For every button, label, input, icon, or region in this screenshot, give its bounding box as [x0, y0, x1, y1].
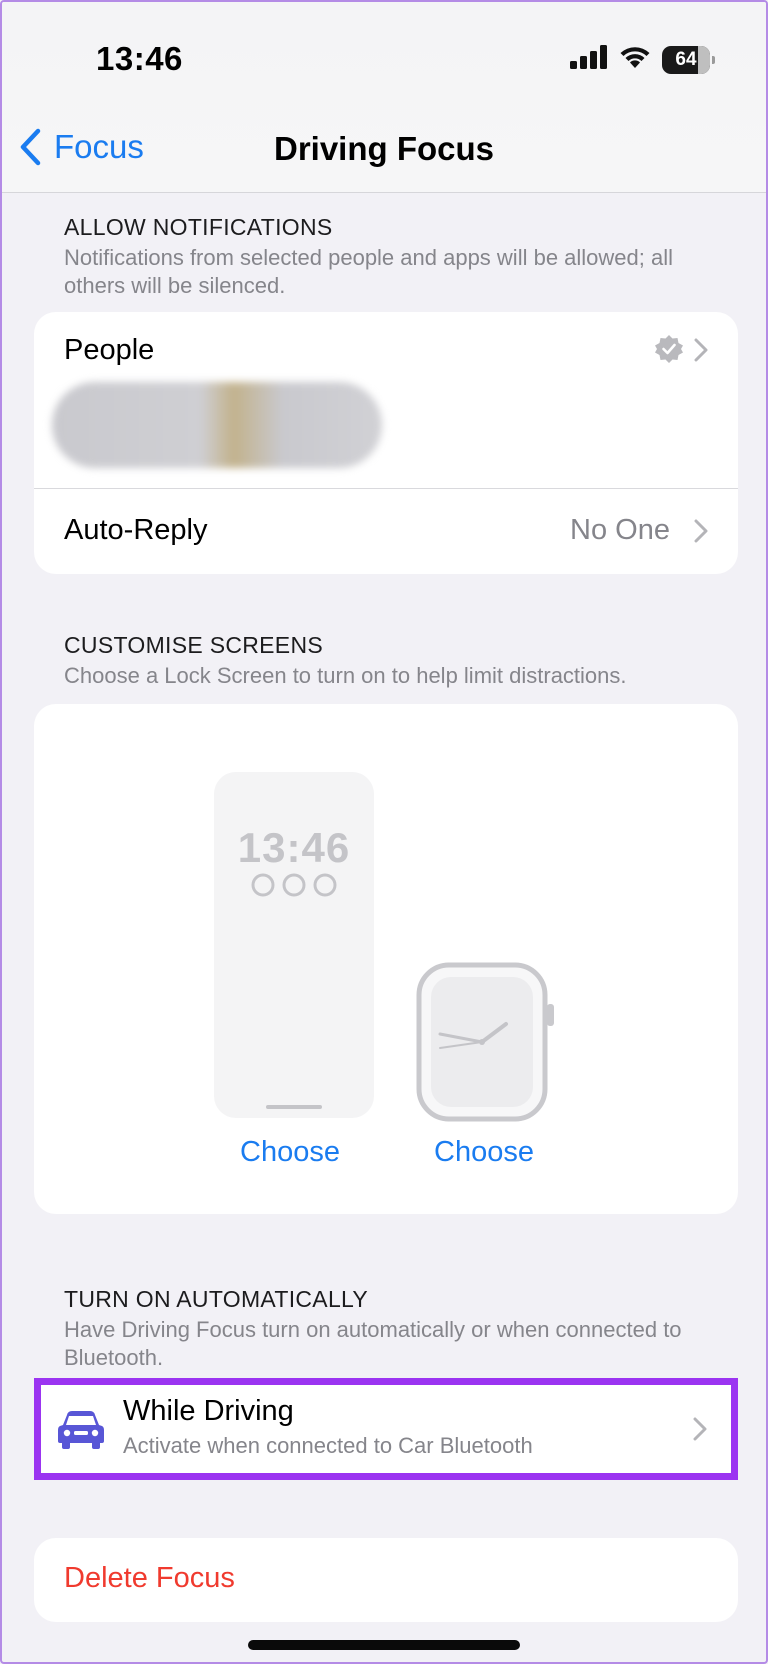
allow-notifications-description: Notifications from selected people and a…	[64, 245, 674, 298]
signal-icon	[570, 45, 608, 74]
lock-screen-time: 13:46	[237, 824, 351, 871]
delete-focus-button[interactable]: Delete Focus	[64, 1562, 235, 1595]
home-bar	[266, 1105, 322, 1109]
while-driving-row[interactable]: While Driving Activate when connected to…	[34, 1378, 738, 1480]
while-driving-title: While Driving	[123, 1395, 294, 1427]
customise-screens-description: Choose a Lock Screen to turn on to help …	[64, 663, 627, 688]
notifications-card: People Auto-Reply No One	[34, 312, 738, 574]
people-label: People	[64, 334, 155, 366]
auto-reply-row[interactable]: Auto-Reply No One	[34, 489, 738, 574]
battery-icon: 64	[662, 45, 715, 74]
battery-level: 64	[675, 48, 697, 70]
auto-reply-label: Auto-Reply	[64, 514, 208, 546]
chevron-right-icon	[694, 338, 708, 367]
watch-icon	[416, 962, 554, 1122]
customise-screens-card: 13:46 Choose Choose	[34, 704, 738, 1214]
screen: 13:46 64 Focus Driving Focus ALLOW NOTIF…	[0, 0, 768, 1664]
lock-screen-preview[interactable]: 13:46	[214, 772, 374, 1118]
home-indicator	[248, 1640, 520, 1650]
choose-watch-face-button[interactable]: Choose	[434, 1136, 534, 1169]
status-icons: 64	[570, 44, 715, 75]
turn-on-automatically-header: TURN ON AUTOMATICALLY	[64, 1286, 369, 1312]
choose-lock-screen-button[interactable]: Choose	[240, 1136, 340, 1169]
page-title: Driving Focus	[273, 130, 495, 167]
allow-notifications-header: ALLOW NOTIFICATIONS	[64, 214, 333, 240]
customise-screens-header: CUSTOMISE SCREENS	[64, 632, 323, 658]
widget-circles-icon	[251, 872, 337, 903]
status-time: 13:46	[96, 40, 183, 77]
verified-badge-icon	[654, 334, 684, 369]
header: 13:46 64 Focus Driving Focus	[2, 2, 766, 193]
chevron-right-icon	[693, 1417, 707, 1446]
people-row[interactable]: People	[34, 312, 738, 488]
delete-card: Delete Focus	[34, 1538, 738, 1622]
chevron-right-icon	[694, 519, 708, 548]
auto-reply-value: No One	[570, 514, 670, 546]
watch-face-preview[interactable]	[416, 962, 556, 1129]
people-avatars-blurred	[52, 382, 382, 468]
wifi-icon	[618, 44, 652, 75]
while-driving-subtitle: Activate when connected to Car Bluetooth	[123, 1433, 533, 1458]
car-icon	[57, 1409, 105, 1454]
turn-on-automatically-description: Have Driving Focus turn on automatically…	[64, 1317, 682, 1370]
